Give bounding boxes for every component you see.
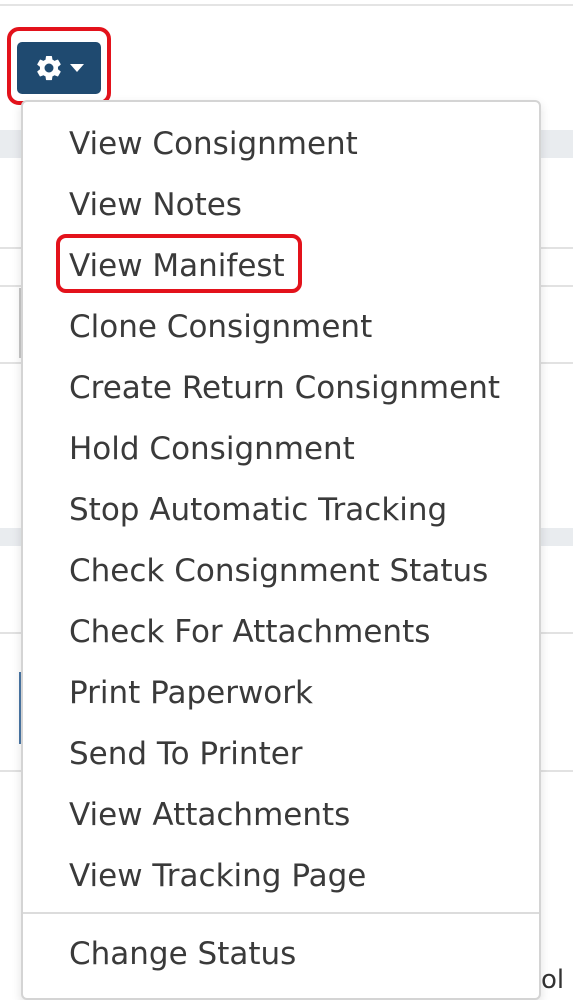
menu-item-view-manifest[interactable]: View Manifest bbox=[69, 240, 285, 292]
menu-item-check-for-attachments[interactable]: Check For Attachments bbox=[69, 606, 430, 658]
menu-item-stop-automatic-tracking[interactable]: Stop Automatic Tracking bbox=[69, 484, 447, 536]
page-top-border bbox=[0, 4, 573, 6]
menu-item-view-attachments[interactable]: View Attachments bbox=[69, 789, 350, 841]
caret-down-icon bbox=[70, 63, 84, 73]
menu-item-view-consignment[interactable]: View Consignment bbox=[69, 118, 358, 170]
menu-item-change-status[interactable]: Change Status bbox=[69, 928, 296, 980]
background-text: ol bbox=[541, 965, 565, 995]
menu-divider bbox=[23, 912, 539, 914]
menu-item-clone-consignment[interactable]: Clone Consignment bbox=[69, 301, 372, 353]
menu-item-create-return-consignment[interactable]: Create Return Consignment bbox=[69, 362, 500, 414]
menu-item-send-to-printer[interactable]: Send To Printer bbox=[69, 728, 303, 780]
settings-dropdown-button[interactable] bbox=[17, 42, 101, 94]
gear-icon bbox=[34, 53, 64, 83]
menu-item-view-tracking-page[interactable]: View Tracking Page bbox=[69, 850, 366, 902]
menu-item-print-paperwork[interactable]: Print Paperwork bbox=[69, 667, 313, 719]
actions-dropdown-menu: View Consignment View Notes View Manifes… bbox=[21, 100, 541, 1000]
menu-item-view-notes[interactable]: View Notes bbox=[69, 179, 242, 231]
menu-item-hold-consignment[interactable]: Hold Consignment bbox=[69, 423, 355, 475]
menu-item-check-consignment-status[interactable]: Check Consignment Status bbox=[69, 545, 488, 597]
